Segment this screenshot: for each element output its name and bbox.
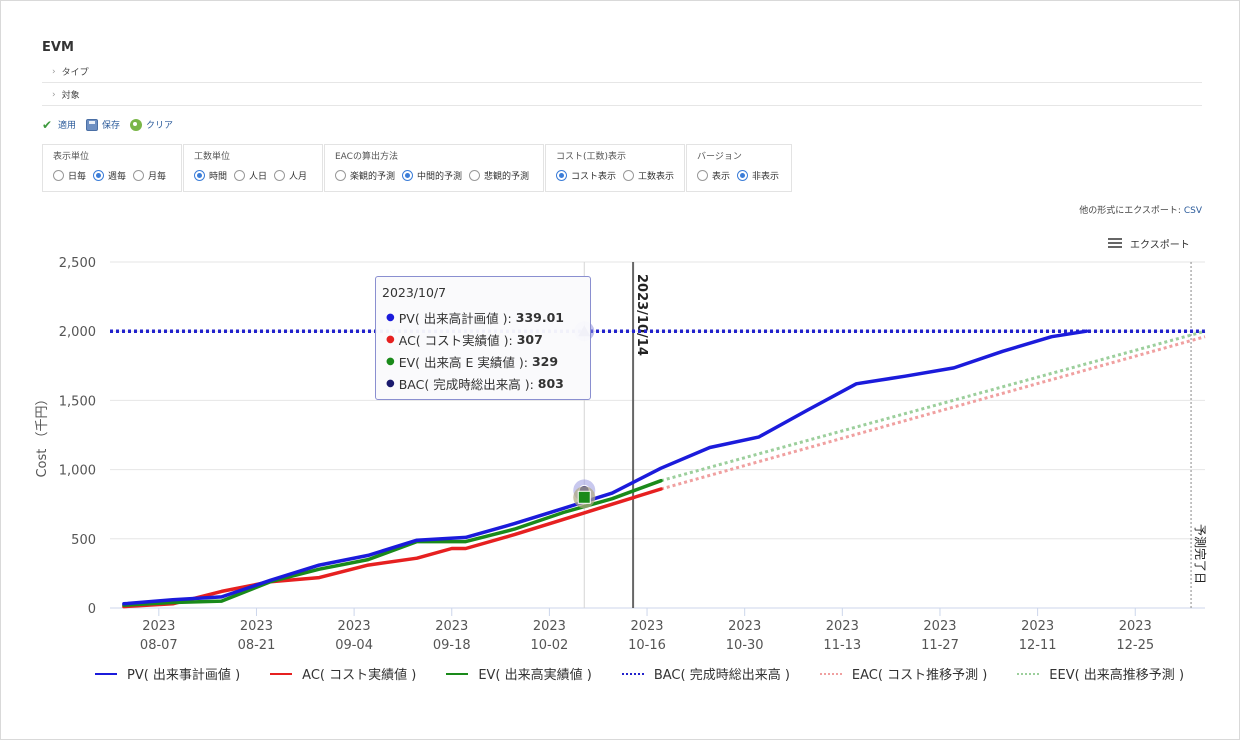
chart-tooltip: 2023/10/7 ● PV( 出来高計画値 ): 339.01 ● AC( コ… <box>375 276 591 400</box>
x-tick-label-date: 11-13 <box>823 638 861 653</box>
tooltip-bac-value: 803 <box>537 375 564 391</box>
tooltip-pv-value: 339.01 <box>515 309 564 325</box>
tooltip-date: 2023/10/7 <box>382 285 447 300</box>
legend-line-icon <box>95 672 117 675</box>
legend-dotted-line-icon <box>819 672 842 675</box>
x-tick-label-year: 2023 <box>240 619 273 634</box>
tooltip-row-ev: ● EV( 出来高 E 実績値 ): 329 <box>382 350 590 372</box>
tooltip-row-bac: ● BAC( 完成時総出来高 ): 803 <box>382 372 590 394</box>
bullet-icon: ● <box>386 377 395 389</box>
x-tick-label-date: 11-27 <box>921 638 959 653</box>
legend-dotted-line-icon <box>621 672 644 675</box>
x-tick-label-date: 12-11 <box>1019 638 1057 653</box>
series-line-eac <box>660 335 1206 491</box>
x-tick-label-date: 08-21 <box>238 638 276 653</box>
y-tick-label: 2,500 <box>59 256 96 271</box>
legend-label: PV( 出来事計画値 ) <box>127 668 241 683</box>
bullet-icon: ● <box>386 311 395 323</box>
ev-marker <box>577 490 591 504</box>
y-tick-label: 0 <box>88 602 96 617</box>
bullet-icon: ● <box>386 333 395 345</box>
legend-label: EV( 出来高実績値 ) <box>478 668 592 683</box>
legend-line-icon <box>270 672 293 675</box>
tooltip-ac-value: 307 <box>516 331 543 347</box>
series-line-eev <box>660 329 1206 483</box>
x-tick-label-date: 09-18 <box>433 638 471 653</box>
legend-item-ev[interactable]: EV( 出来高実績値 ) <box>446 664 592 683</box>
y-tick-label: 2,000 <box>59 325 96 340</box>
legend-item-ac[interactable]: AC( コスト実績値 ) <box>270 664 416 683</box>
x-tick-label-date: 10-16 <box>628 638 666 653</box>
tooltip-pv-label: PV( 出来高計画値 ): <box>398 310 512 326</box>
x-tick-label-date: 10-02 <box>531 638 569 653</box>
legend-line-icon <box>446 672 469 675</box>
legend-item-pv[interactable]: PV( 出来事計画値 ) <box>95 664 240 683</box>
x-tick-label-date: 10-30 <box>726 638 764 653</box>
x-tick-label-year: 2023 <box>142 619 175 634</box>
x-tick-label-year: 2023 <box>728 619 761 634</box>
legend-label: EEV( 出来高推移予測 ) <box>1049 668 1185 683</box>
x-tick-label-year: 2023 <box>1021 619 1054 634</box>
bullet-icon: ● <box>386 355 395 367</box>
chart-legend: PV( 出来事計画値 ) AC( コスト実績値 ) EV( 出来高実績値 ) B… <box>95 664 1214 683</box>
evm-chart: 0 500 1,000 1,500 2,000 2,500 Cost （千円） 2023 08-… <box>35 256 1208 653</box>
x-tick-label-date: 08-07 <box>140 638 178 653</box>
legend-label: AC( コスト実績値 ) <box>302 668 417 683</box>
tooltip-ev-label: EV( 出来高 E 実績値 ): <box>398 354 528 370</box>
y-tick-label: 1,000 <box>59 464 96 479</box>
x-tick-label-date: 09-04 <box>335 638 373 653</box>
y-axis-title: Cost （千円） <box>35 392 50 477</box>
tooltip-bac-label: BAC( 完成時総出来高 ): <box>398 376 534 392</box>
x-tick-label-year: 2023 <box>1119 619 1152 634</box>
tooltip-row-pv: ● PV( 出来高計画値 ): 339.01 <box>382 306 590 328</box>
x-tick-label-year: 2023 <box>338 619 371 634</box>
x-tick-label-year: 2023 <box>630 619 663 634</box>
x-tick-label-date: 12-25 <box>1116 638 1154 653</box>
x-tick-label-year: 2023 <box>435 619 468 634</box>
legend-item-eev[interactable]: EEV( 出来高推移予測 ) <box>1017 664 1184 683</box>
tooltip-ev-value: 329 <box>531 353 559 369</box>
forecast-end-label: 予測完了日 <box>1193 524 1208 584</box>
x-tick-label-year: 2023 <box>923 619 956 634</box>
y-tick-label: 500 <box>71 533 96 548</box>
legend-label: EAC( コスト推移予測 ) <box>851 668 988 683</box>
tooltip-row-ac: ● AC( コスト実績値 ): 307 <box>382 328 590 350</box>
legend-label: BAC( 完成時総出来高 ) <box>653 668 790 683</box>
x-tick-label-year: 2023 <box>533 619 566 634</box>
series-line-pv <box>122 329 1089 606</box>
legend-item-bac[interactable]: BAC( 完成時総出来高 ) <box>621 664 790 683</box>
y-tick-label: 1,500 <box>59 394 96 409</box>
today-plotline-label: 2023/10/14 <box>634 274 649 356</box>
tooltip-ac-label: AC( コスト実績値 ): <box>398 332 513 348</box>
legend-item-eac[interactable]: EAC( コスト推移予測 ) <box>819 664 988 683</box>
x-tick-label-year: 2023 <box>826 619 859 634</box>
legend-dotted-line-icon <box>1017 672 1040 675</box>
